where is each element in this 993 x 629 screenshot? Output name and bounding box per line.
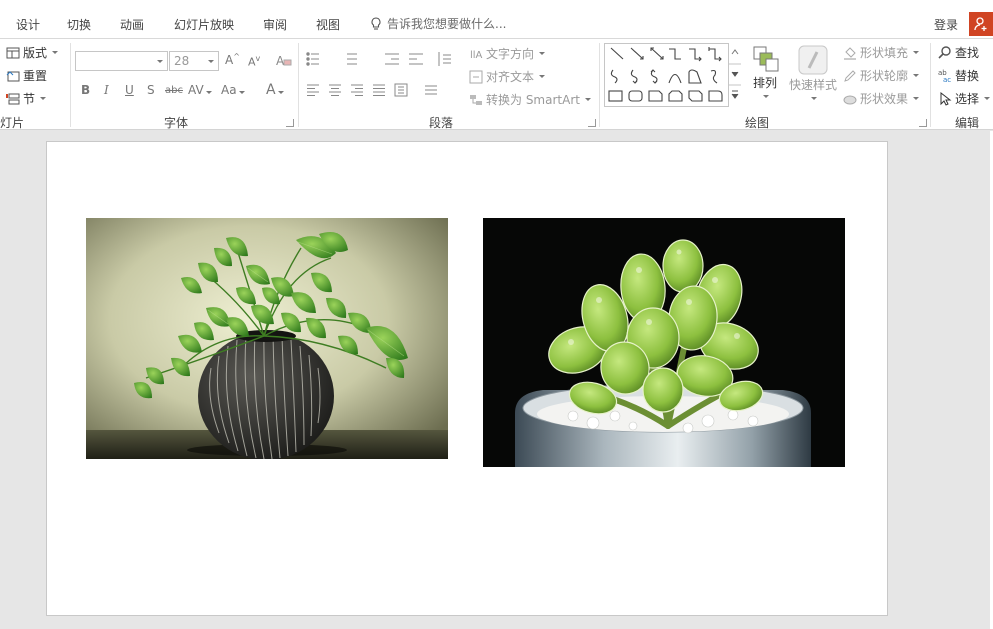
drawing-group-label: 绘图 xyxy=(745,116,770,130)
login-link[interactable]: 登录 xyxy=(934,16,958,33)
pen-icon xyxy=(844,69,856,82)
shape-outline-label: 形状轮廓 xyxy=(860,69,909,83)
font-size-combo[interactable]: 28 xyxy=(169,51,219,71)
underline-button[interactable]: U xyxy=(125,83,134,97)
quick-styles-button[interactable]: 快速样式 xyxy=(789,44,837,100)
replace-icon: abac xyxy=(938,69,951,83)
clear-format-icon[interactable]: A xyxy=(276,53,292,67)
tab-animations[interactable]: 动画 xyxy=(120,16,144,33)
svg-text:ac: ac xyxy=(943,76,951,83)
convert-smartart-button[interactable]: 转换为 SmartArt xyxy=(469,91,591,108)
tab-slideshow[interactable]: 幻灯片放映 xyxy=(174,16,234,33)
cursor-arrow-icon xyxy=(940,91,952,106)
shape-fill-label: 形状填充 xyxy=(860,46,909,60)
editing-group-label: 编辑 xyxy=(955,116,980,130)
font-color-button[interactable]: A xyxy=(266,82,284,98)
shape-effects-label: 形状效果 xyxy=(860,92,909,106)
svg-text:llA: llA xyxy=(470,50,483,61)
replace-button[interactable]: ab ac 替换 xyxy=(938,67,979,84)
tell-me-text: 告诉我您想要做什么... xyxy=(387,17,507,31)
shape-effects-button[interactable]: 形状效果 xyxy=(843,90,920,107)
reset-icon xyxy=(6,70,20,81)
shadow-button[interactable]: S xyxy=(147,83,155,97)
bold-button[interactable]: B xyxy=(81,83,90,97)
find-button[interactable]: 查找 xyxy=(938,44,979,61)
arrange-label: 排列 xyxy=(752,76,777,90)
alignment-controls[interactable] xyxy=(305,83,460,97)
succulent-plant-image xyxy=(483,218,845,467)
shrink-font-button[interactable]: Av xyxy=(248,54,260,69)
lightbulb-icon xyxy=(371,16,381,30)
tab-transitions[interactable]: 切换 xyxy=(67,16,91,33)
quick-styles-icon xyxy=(798,45,828,75)
find-label: 查找 xyxy=(955,46,980,60)
select-label: 选择 xyxy=(955,92,980,106)
select-button[interactable]: 选择 xyxy=(938,90,991,107)
slide-editing-area xyxy=(0,131,993,629)
align-text-button[interactable]: 对齐文本 xyxy=(469,68,546,85)
grow-font-button[interactable]: A^ xyxy=(225,52,240,67)
slides-group-label: 灯片 xyxy=(0,116,25,130)
paragraph-group-label: 段落 xyxy=(429,116,454,130)
section-button[interactable]: 节 xyxy=(6,90,47,107)
change-case-button[interactable]: Aa xyxy=(221,83,245,97)
slide-canvas[interactable] xyxy=(46,141,888,616)
pothos-plant-image xyxy=(86,218,448,459)
align-text-label: 对齐文本 xyxy=(486,70,535,84)
strikethrough-button[interactable]: abc xyxy=(165,85,183,96)
shapes-gallery[interactable] xyxy=(604,43,741,107)
add-user-icon xyxy=(974,17,987,31)
smartart-icon xyxy=(470,94,482,105)
picture-pothos[interactable] xyxy=(86,218,448,459)
font-group-label: 字体 xyxy=(164,116,189,130)
picture-succulent[interactable] xyxy=(483,218,845,467)
arrange-icon xyxy=(753,46,779,72)
paint-bucket-icon xyxy=(844,46,856,60)
layout-button[interactable]: 版式 xyxy=(6,44,59,61)
tell-me-box[interactable]: 告诉我您想要做什么... xyxy=(370,15,506,32)
replace-label: 替换 xyxy=(955,69,980,83)
ribbon: 版式 重置 节 灯片 28 A^ Av A B I U S abc AV Aa … xyxy=(0,38,993,130)
share-user-button[interactable] xyxy=(969,12,993,36)
layout-icon xyxy=(6,47,20,58)
effects-icon xyxy=(843,95,857,104)
italic-button[interactable]: I xyxy=(104,83,109,97)
reset-label: 重置 xyxy=(23,69,48,83)
search-icon xyxy=(938,45,951,59)
align-text-icon xyxy=(469,70,483,83)
arrange-button[interactable]: 排列 xyxy=(750,44,780,98)
section-icon xyxy=(6,93,20,104)
text-direction-label: 文字方向 xyxy=(486,47,535,61)
shapes-gallery-scroll[interactable] xyxy=(728,43,741,107)
char-spacing-button[interactable]: AV xyxy=(188,83,212,97)
shape-fill-button[interactable]: 形状填充 xyxy=(843,44,920,61)
quick-styles-label: 快速样式 xyxy=(789,78,838,92)
tab-view[interactable]: 视图 xyxy=(316,16,340,33)
font-size-value: 28 xyxy=(174,54,190,68)
font-name-combo[interactable] xyxy=(75,51,168,71)
layout-label: 版式 xyxy=(23,46,48,60)
paragraph-list-controls[interactable] xyxy=(305,51,465,67)
shape-outline-button[interactable]: 形状轮廓 xyxy=(843,67,920,84)
convert-smartart-label: 转换为 SmartArt xyxy=(486,93,580,107)
ribbon-tab-bar: 设计 切换 动画 幻灯片放映 审阅 视图 告诉我您想要做什么... 登录 xyxy=(0,0,993,38)
reset-button[interactable]: 重置 xyxy=(6,67,47,84)
tab-review[interactable]: 审阅 xyxy=(263,16,287,33)
tab-design[interactable]: 设计 xyxy=(16,16,40,33)
shapes-gallery-icons xyxy=(608,47,723,102)
text-direction-icon: llA xyxy=(470,50,483,61)
section-label: 节 xyxy=(23,92,36,106)
scroll-arrows-icon xyxy=(729,49,741,99)
text-direction-button[interactable]: llA 文字方向 xyxy=(469,45,546,62)
